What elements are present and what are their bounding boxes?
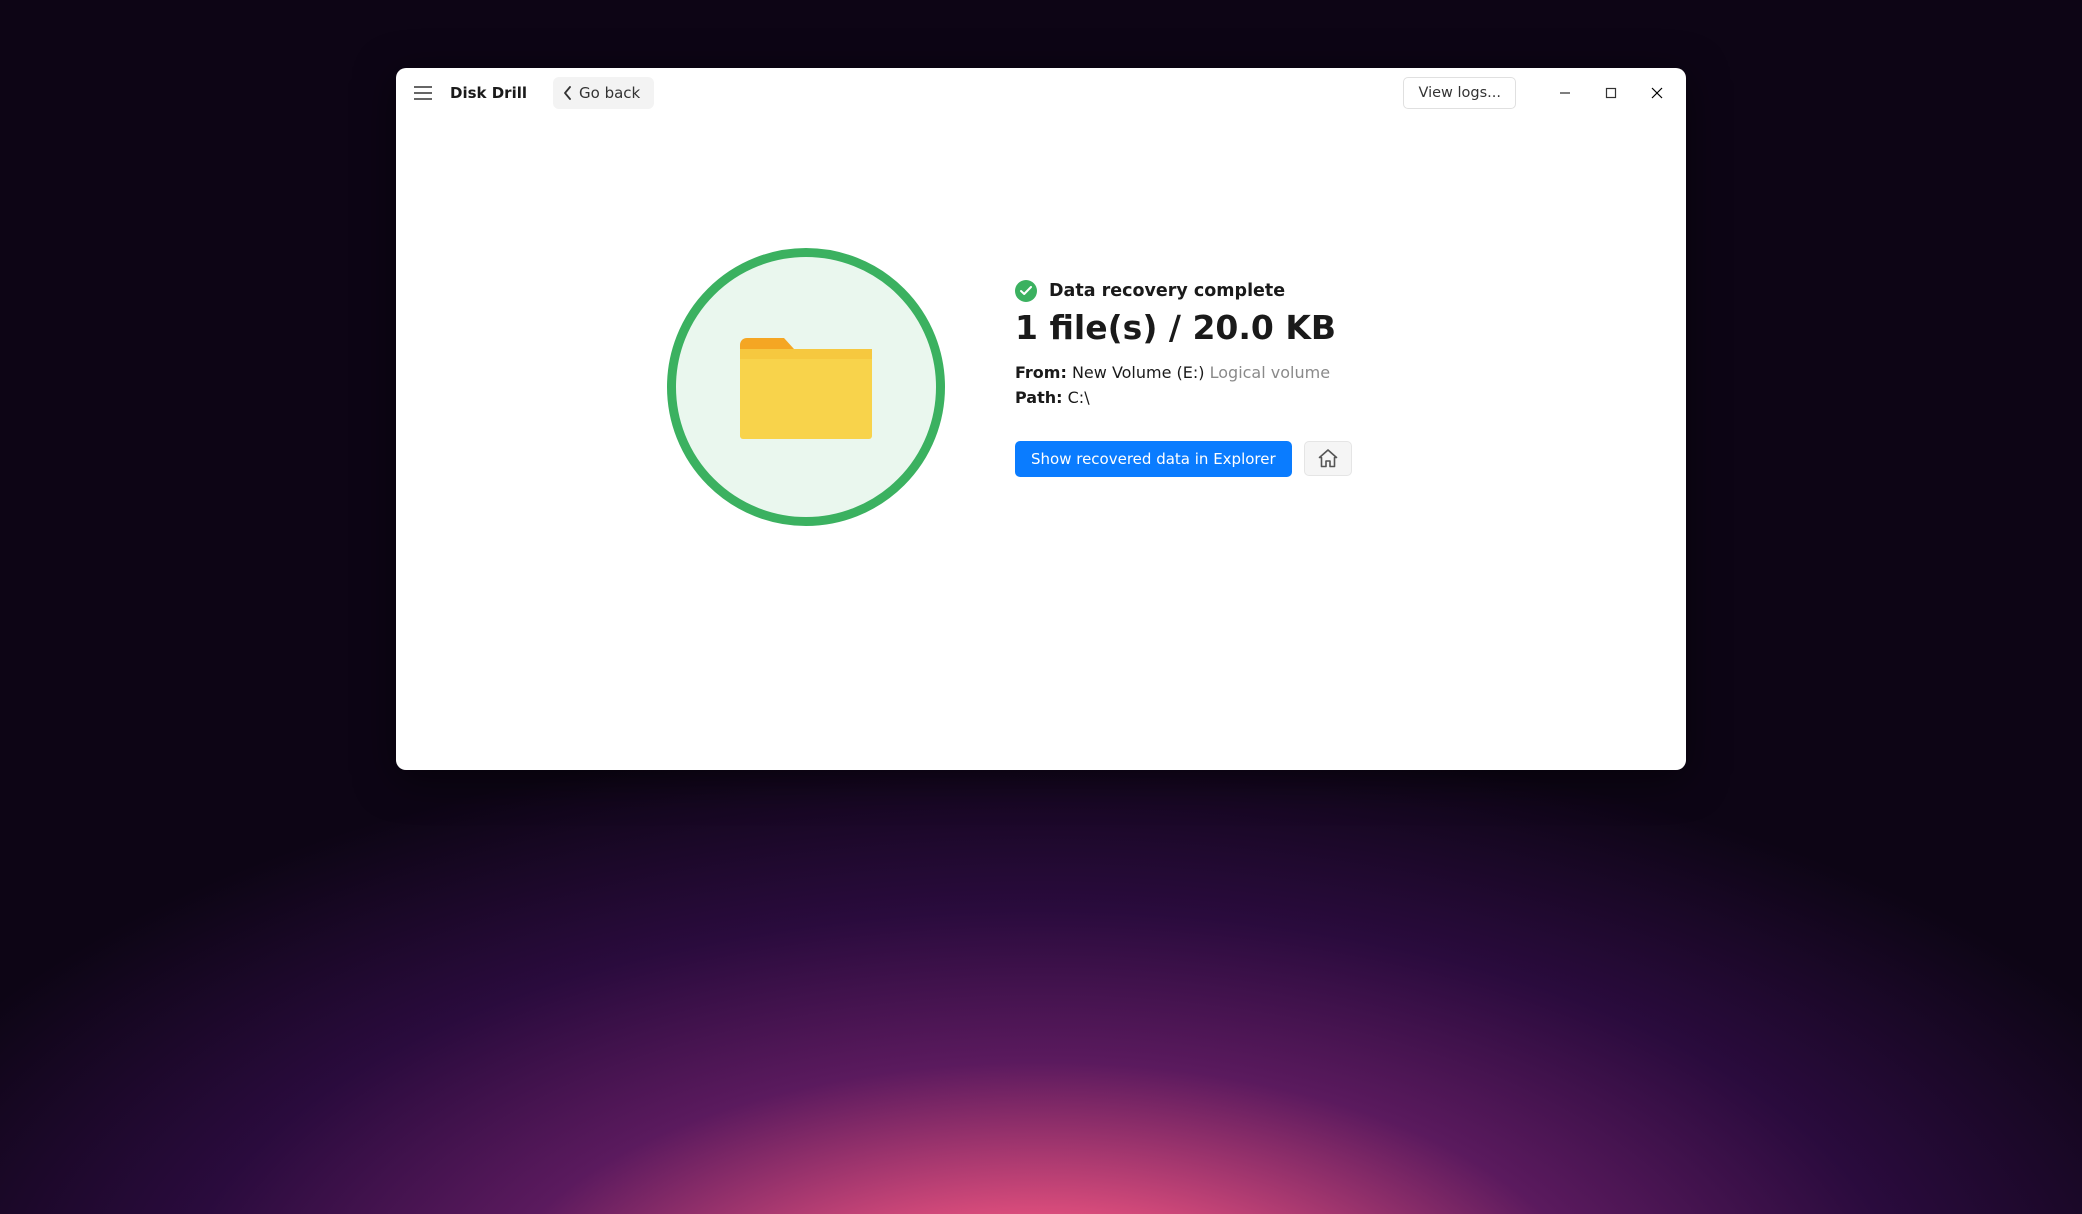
go-back-button[interactable]: Go back: [553, 77, 654, 109]
home-button[interactable]: [1304, 441, 1352, 476]
close-button[interactable]: [1634, 73, 1680, 113]
go-back-label: Go back: [579, 84, 640, 102]
window-controls: [1542, 73, 1680, 113]
close-icon: [1651, 87, 1663, 99]
path-row: Path: C:\: [1015, 388, 1415, 407]
from-label: From:: [1015, 363, 1067, 382]
minimize-icon: [1559, 87, 1571, 99]
show-in-explorer-button[interactable]: Show recovered data in Explorer: [1015, 441, 1292, 477]
chevron-left-icon: [563, 86, 573, 100]
from-row: From: New Volume (E:) Logical volume: [1015, 363, 1415, 382]
maximize-button[interactable]: [1588, 73, 1634, 113]
maximize-icon: [1605, 87, 1617, 99]
main-content: Data recovery complete 1 file(s) / 20.0 …: [396, 118, 1686, 770]
result-info: Data recovery complete 1 file(s) / 20.0 …: [1015, 248, 1415, 477]
app-window: Disk Drill Go back View logs...: [396, 68, 1686, 770]
status-row: Data recovery complete: [1015, 280, 1415, 302]
path-value: C:\: [1068, 388, 1090, 407]
home-icon: [1318, 449, 1338, 468]
folder-icon: [736, 331, 876, 443]
titlebar: Disk Drill Go back View logs...: [396, 68, 1686, 118]
view-logs-button[interactable]: View logs...: [1403, 77, 1516, 109]
check-badge: [1015, 280, 1037, 302]
from-aux: Logical volume: [1210, 363, 1330, 382]
path-label: Path:: [1015, 388, 1063, 407]
menu-button[interactable]: [406, 76, 440, 110]
actions-row: Show recovered data in Explorer: [1015, 441, 1415, 477]
app-title: Disk Drill: [450, 84, 527, 102]
hamburger-icon: [414, 86, 432, 100]
success-hero: [667, 248, 945, 526]
from-value: New Volume (E:): [1072, 363, 1205, 382]
status-text: Data recovery complete: [1049, 281, 1285, 301]
checkmark-icon: [1020, 286, 1032, 296]
minimize-button[interactable]: [1542, 73, 1588, 113]
recovery-summary: 1 file(s) / 20.0 KB: [1015, 308, 1415, 347]
